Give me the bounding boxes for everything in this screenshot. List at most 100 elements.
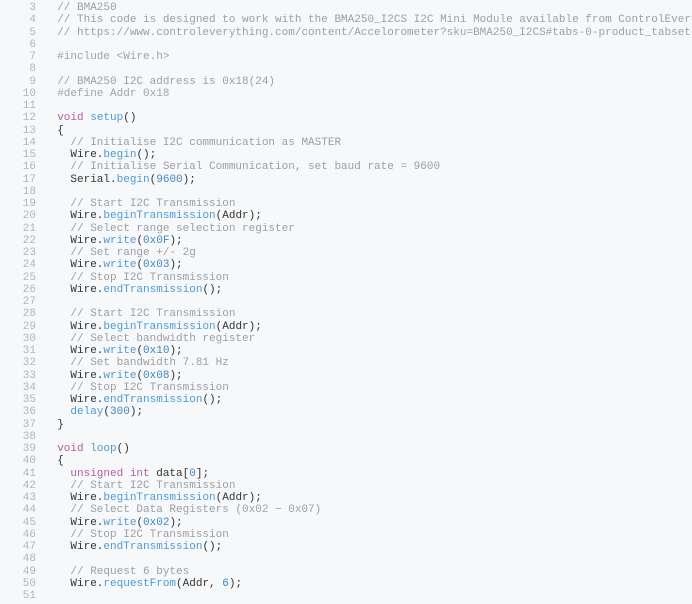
token-cm: // Start I2C Transmission [44, 480, 235, 492]
line-number: 17 [0, 174, 36, 186]
token-kw: void [57, 443, 83, 455]
token-fn: write [103, 370, 136, 382]
token-pn: Wire. [44, 284, 103, 296]
token-pp: #define Addr 0x18 [44, 88, 169, 100]
token-fn: write [103, 345, 136, 357]
token-pn [44, 443, 57, 455]
token-kw: void [57, 112, 83, 124]
code-line: // Stop I2C Transmission [44, 529, 692, 541]
token-pn: (); [202, 541, 222, 553]
code-line [44, 39, 692, 51]
code-line: Wire.write(0x0F); [44, 235, 692, 247]
token-cm: // Select range selection register [44, 223, 295, 235]
code-line: Wire.endTransmission(); [44, 541, 692, 553]
token-fn: write [103, 517, 136, 529]
line-number: 12 [0, 112, 36, 124]
code-line: // Select bandwidth register [44, 333, 692, 345]
code-line: { [44, 125, 692, 137]
token-pn: { [44, 455, 64, 467]
token-pn: Wire. [44, 578, 103, 590]
line-number: 16 [0, 161, 36, 173]
token-num: 0 [189, 468, 196, 480]
code-line: // Select Data Registers (0x02 − 0x07) [44, 504, 692, 516]
token-pn: () [117, 443, 130, 455]
code-line: Wire.beginTransmission(Addr); [44, 492, 692, 504]
line-number: 8 [0, 63, 36, 75]
line-number: 49 [0, 566, 36, 578]
token-pn: Wire. [44, 345, 103, 357]
line-number: 18 [0, 186, 36, 198]
code-line: // Request 6 bytes [44, 566, 692, 578]
token-fn: endTransmission [103, 284, 202, 296]
token-num: 0x02 [143, 517, 169, 529]
token-num: 6 [222, 578, 229, 590]
token-num: 0x03 [143, 259, 169, 271]
token-cm: // Select Data Registers (0x02 − 0x07) [44, 504, 321, 516]
token-pn: Wire. [44, 370, 103, 382]
token-fn: beginTransmission [103, 321, 215, 333]
line-number: 5 [0, 27, 36, 39]
code-line: // BMA250 [44, 2, 692, 14]
token-fn: beginTransmission [103, 210, 215, 222]
code-line: // Start I2C Transmission [44, 198, 692, 210]
token-pn: Wire. [44, 321, 103, 333]
line-number: 29 [0, 321, 36, 333]
line-number: 9 [0, 76, 36, 88]
token-fn: beginTransmission [103, 492, 215, 504]
line-number: 45 [0, 517, 36, 529]
token-fn: begin [103, 149, 136, 161]
token-pn: (Addr); [216, 210, 262, 222]
code-line [44, 186, 692, 198]
token-pn: ); [169, 235, 182, 247]
token-pn [44, 112, 57, 124]
line-number: 41 [0, 468, 36, 480]
code-line: // Initialise Serial Communication, set … [44, 161, 692, 173]
code-line: // https://www.controleverything.com/con… [44, 27, 692, 39]
code-line: unsigned int data[0]; [44, 468, 692, 480]
code-line: Wire.write(0x08); [44, 370, 692, 382]
code-line [44, 590, 692, 602]
code-line: { [44, 455, 692, 467]
line-number: 7 [0, 51, 36, 63]
token-pn: (Addr, [176, 578, 222, 590]
line-number: 40 [0, 455, 36, 467]
line-number: 11 [0, 100, 36, 112]
line-number: 42 [0, 480, 36, 492]
token-pn: } [44, 419, 64, 431]
line-number: 51 [0, 590, 36, 602]
line-number: 31 [0, 345, 36, 357]
token-cm: // Start I2C Transmission [44, 198, 235, 210]
line-number: 4 [0, 14, 36, 26]
code-line: Wire.requestFrom(Addr, 6); [44, 578, 692, 590]
token-pn: Serial. [44, 174, 117, 186]
line-number: 23 [0, 247, 36, 259]
code-line: // Initialise I2C communication as MASTE… [44, 137, 692, 149]
token-pn: () [123, 112, 136, 124]
token-pn: Wire. [44, 210, 103, 222]
token-pn: Wire. [44, 492, 103, 504]
code-line: } [44, 419, 692, 431]
line-number: 50 [0, 578, 36, 590]
code-line: Wire.beginTransmission(Addr); [44, 210, 692, 222]
token-cm: // Stop I2C Transmission [44, 529, 229, 541]
token-num: 0x10 [143, 345, 169, 357]
code-line: void loop() [44, 443, 692, 455]
token-fn: begin [117, 174, 150, 186]
code-line: void setup() [44, 112, 692, 124]
line-number: 19 [0, 198, 36, 210]
token-pn: ); [169, 370, 182, 382]
token-pn: (); [202, 394, 222, 406]
code-content[interactable]: // BMA250 // This code is designed to wo… [44, 2, 692, 602]
token-cm: // Start I2C Transmission [44, 308, 235, 320]
code-line [44, 63, 692, 75]
token-num: 9600 [156, 174, 182, 186]
token-cm: // Initialise I2C communication as MASTE… [44, 137, 341, 149]
token-pn: ]; [196, 468, 209, 480]
code-line: #define Addr 0x18 [44, 88, 692, 100]
code-line [44, 431, 692, 443]
token-pn: data[ [150, 468, 190, 480]
code-line: #include <Wire.h> [44, 51, 692, 63]
token-kw: unsigned int [70, 468, 149, 480]
line-number: 34 [0, 382, 36, 394]
token-fn: delay [70, 406, 103, 418]
